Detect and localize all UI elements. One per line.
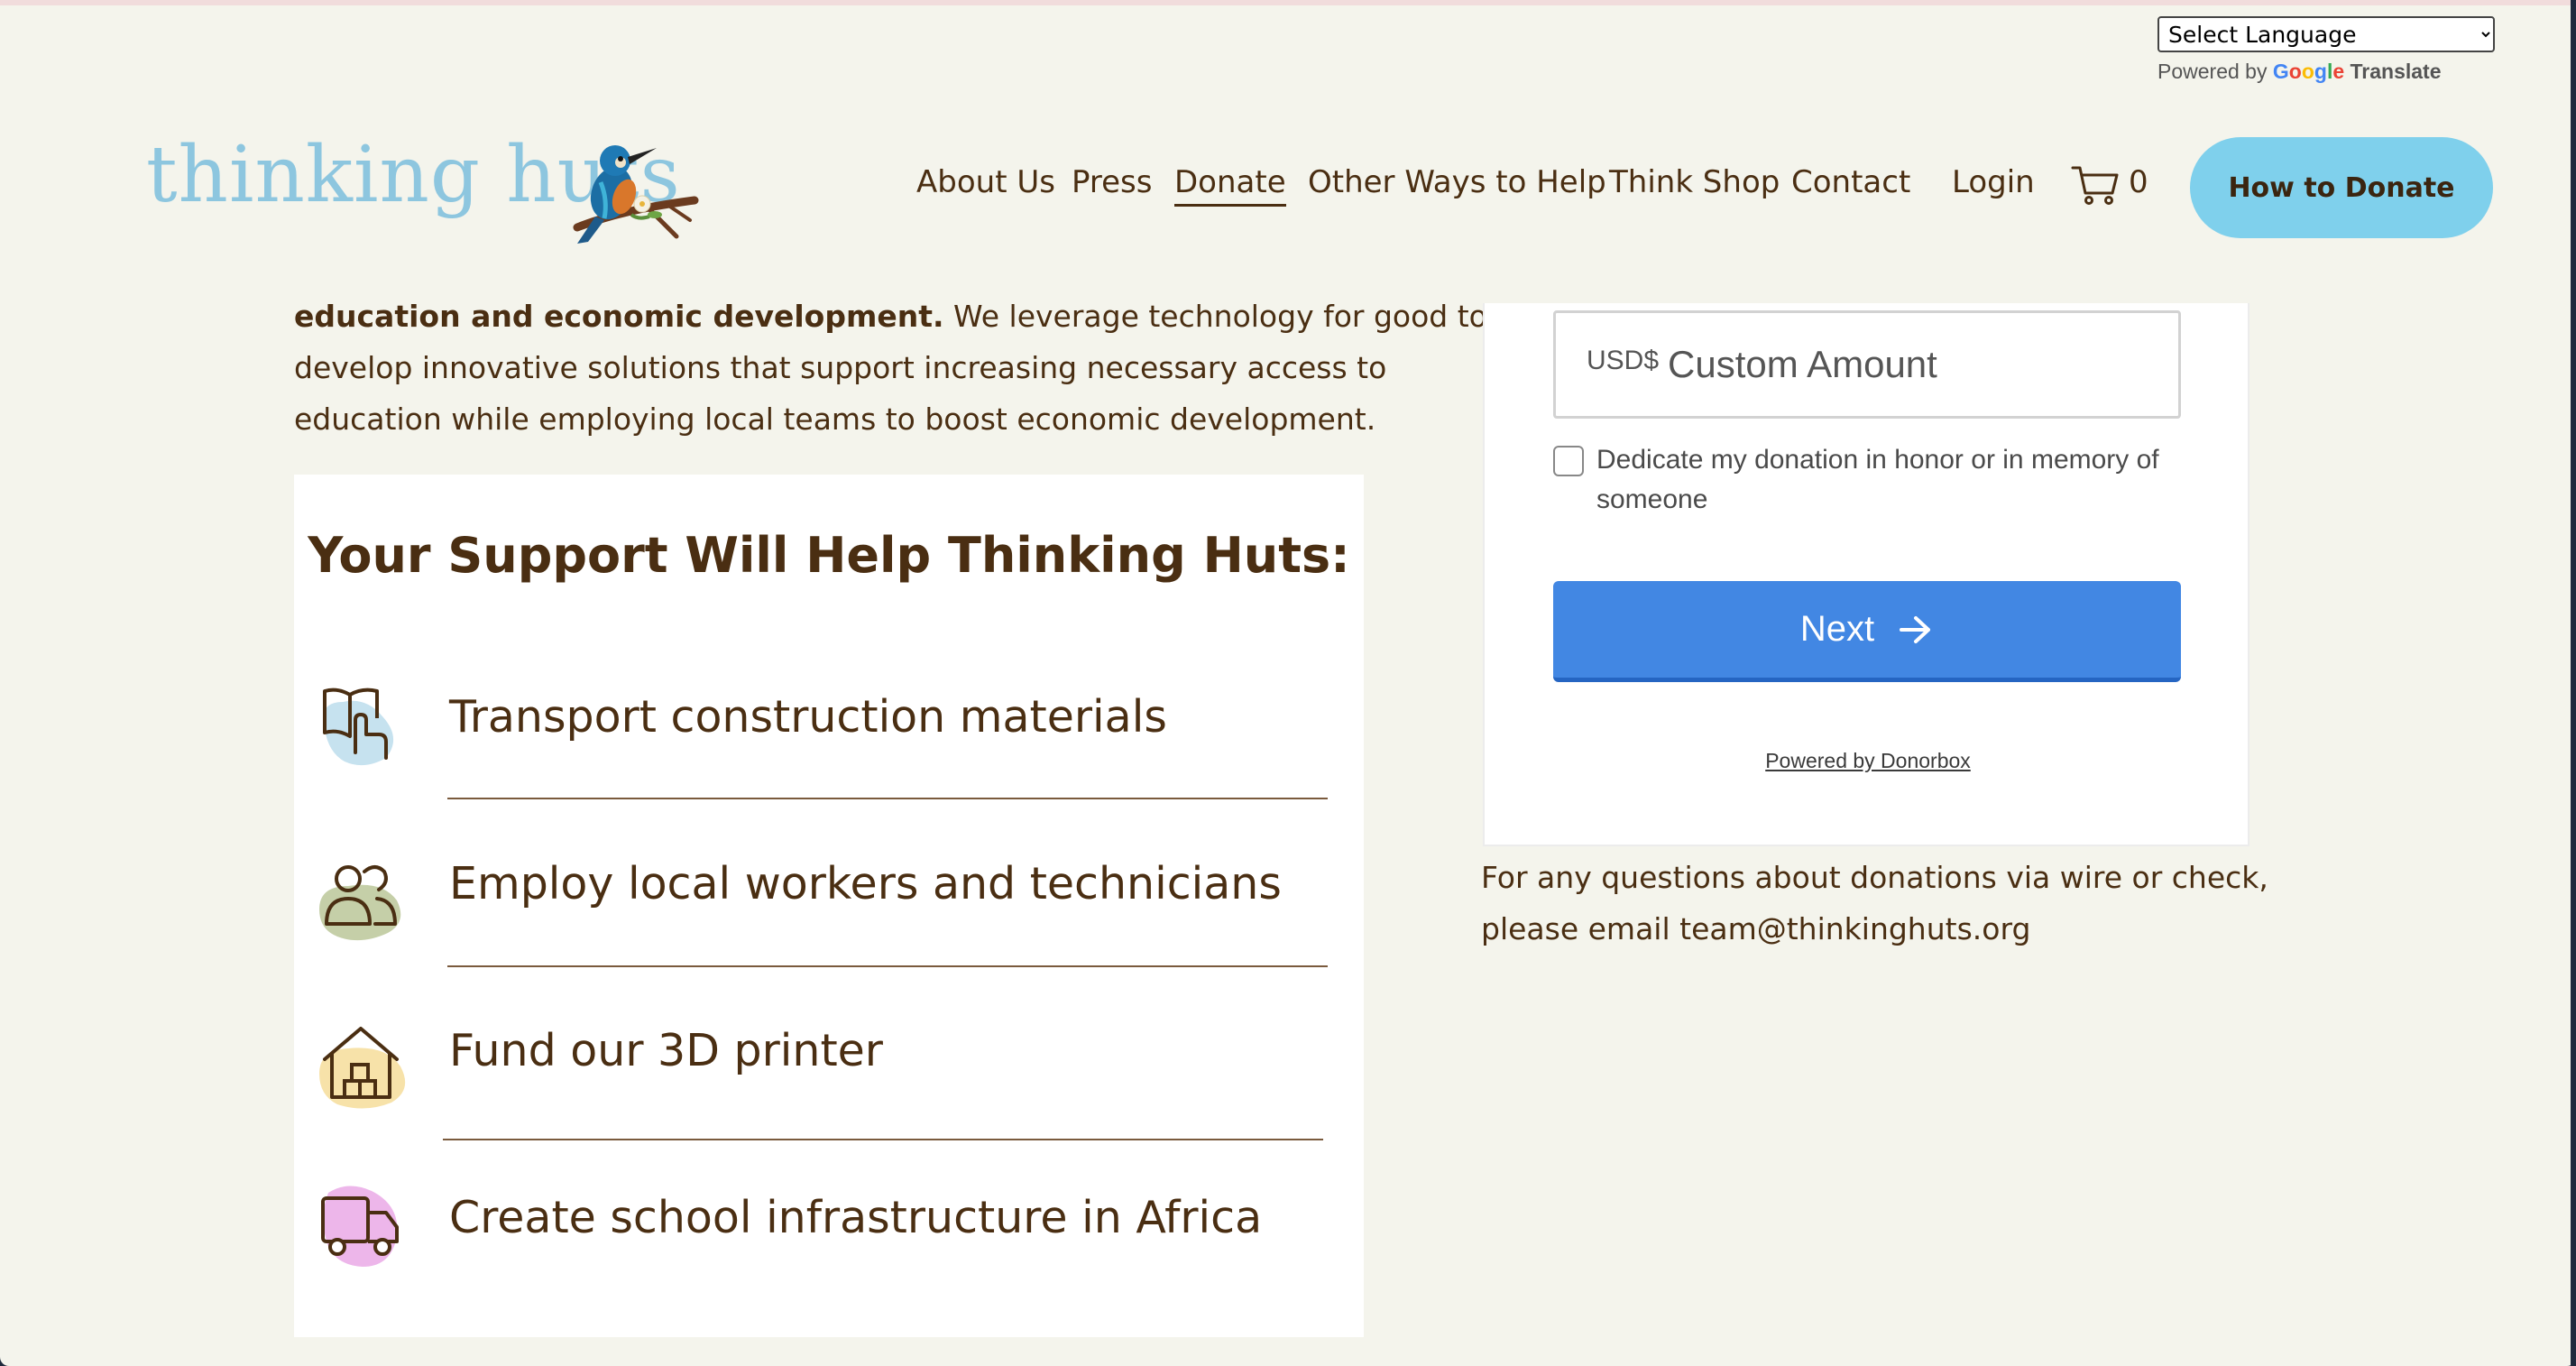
nav-other-ways-to-help[interactable]: Other Ways to Help	[1308, 164, 1606, 200]
arrow-right-icon	[1900, 615, 1931, 643]
cart-count[interactable]: 0	[2129, 164, 2148, 200]
translate-widget: Select Language Powered by Google Transl…	[2157, 16, 2495, 84]
intro-bold-text: education and economic development.	[294, 299, 944, 334]
questions-line-1: For any questions about donations via wi…	[1481, 860, 2268, 895]
support-divider	[443, 1139, 1323, 1140]
language-select[interactable]: Select Language	[2157, 16, 2495, 52]
support-item-text: Transport construction materials	[449, 691, 1167, 743]
intro-line-2: develop innovative solutions that suppor…	[294, 350, 1387, 385]
dedicate-checkbox[interactable]	[1553, 446, 1584, 476]
window-edge	[2571, 0, 2576, 1366]
support-item-text: Create school infrastructure in Africa	[449, 1192, 1263, 1243]
intro-line-3: education while employing local teams to…	[294, 401, 1376, 437]
powered-by-donorbox-link[interactable]: Powered by Donorbox	[1485, 749, 2251, 773]
support-item-text: Fund our 3D printer	[449, 1025, 883, 1076]
nav-think-shop[interactable]: Think Shop	[1609, 164, 1780, 200]
cart-icon[interactable]	[2071, 164, 2120, 206]
intro-paragraph: education and economic development. We l…	[294, 291, 1487, 445]
dedicate-label[interactable]: Dedicate my donation in honor or in memo…	[1596, 440, 2174, 520]
truck-icon	[321, 1186, 399, 1267]
intro-line-1-rest: We leverage technology for good to	[943, 299, 1487, 334]
google-logo[interactable]: Google	[2273, 60, 2351, 83]
questions-line-2[interactable]: please email team@thinkinghuts.org	[1481, 903, 2293, 955]
next-button[interactable]: Next	[1553, 581, 2181, 682]
support-item-text: Employ local workers and technicians	[449, 858, 1282, 909]
support-title: Your Support Will Help Thinking Huts:	[308, 527, 1350, 584]
powered-by-google-translate: Powered by Google Translate	[2157, 60, 2495, 84]
amount-placeholder: Custom Amount	[1668, 343, 1937, 385]
nav-about-us[interactable]: About Us	[916, 164, 1055, 200]
support-divider	[447, 965, 1328, 967]
how-to-donate-button[interactable]: How to Donate	[2190, 137, 2493, 238]
donation-questions-text: For any questions about donations via wi…	[1481, 852, 2293, 955]
support-panel: Your Support Will Help Thinking Huts: Tr…	[294, 475, 1364, 1337]
nav-press[interactable]: Press	[1072, 164, 1152, 200]
nav-login[interactable]: Login	[1952, 164, 2035, 200]
next-label: Next	[1799, 609, 1875, 649]
currency-label: USD$	[1587, 346, 1660, 375]
book-hand-icon	[323, 688, 394, 766]
donation-form: USD$ Custom Amount Dedicate my donation …	[1483, 303, 2249, 846]
intro-line-1: education and economic development. We l…	[294, 291, 1487, 342]
powered-by-text: Powered by	[2157, 60, 2268, 83]
nav-contact[interactable]: Contact	[1791, 164, 1910, 200]
translate-word: Translate	[2350, 60, 2442, 83]
nav-donate[interactable]: Donate	[1174, 164, 1286, 207]
custom-amount-input[interactable]: USD$ Custom Amount	[1553, 310, 2181, 419]
page: Select Language Powered by Google Transl…	[0, 0, 2576, 1366]
people-icon	[319, 865, 401, 941]
house-bricks-icon	[319, 1027, 406, 1109]
kingfisher-bird-icon	[573, 145, 699, 244]
support-divider	[447, 798, 1328, 799]
